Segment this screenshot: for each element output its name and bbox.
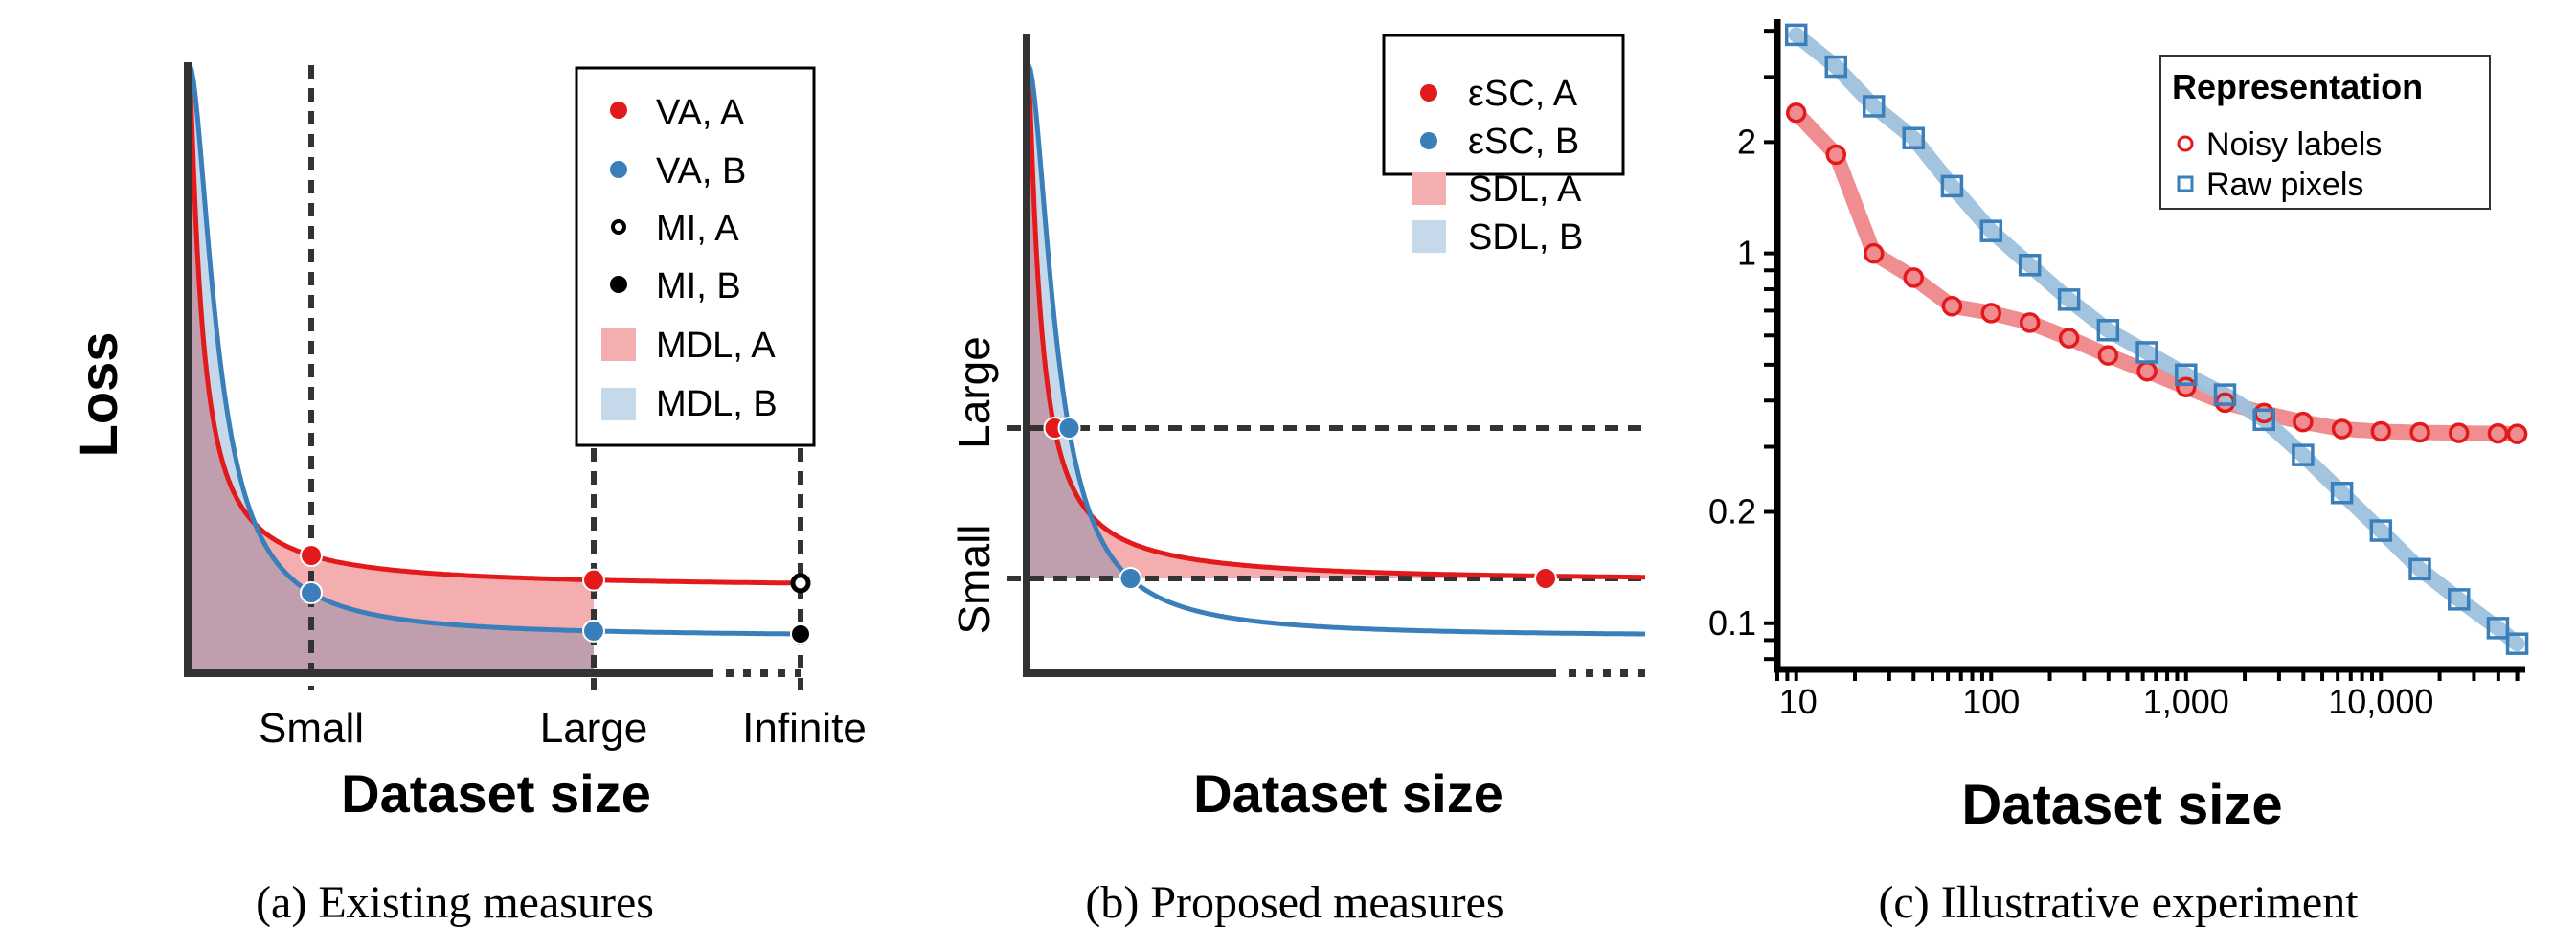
legend-noisy-labels-label: Noisy labels <box>2206 126 2382 163</box>
va-a-large-marker <box>582 568 605 592</box>
legend-raw-pixels-label: Raw pixels <box>2206 167 2363 203</box>
legend-entry-label: εSC, A <box>1468 74 1578 114</box>
legend-mdl-a-icon <box>601 328 636 361</box>
legend-sdlb-icon <box>1412 220 1446 253</box>
mi-a-marker <box>790 573 811 594</box>
legend-scb-icon <box>1420 132 1437 149</box>
esc-b-small-marker <box>1119 567 1142 590</box>
legend-mi-b-icon <box>610 276 627 293</box>
x-tick-label: 1,000 <box>2143 682 2229 721</box>
mi-b-marker <box>790 622 811 645</box>
figure: Small Large Infinite Dataset size Loss V… <box>68 19 2529 928</box>
y-tick-label: 0.1 <box>1708 603 1756 643</box>
y-axis-label: Loss <box>68 332 128 458</box>
panel-a: Small Large Infinite Dataset size Loss V… <box>68 62 867 928</box>
va-a-small-marker <box>300 544 323 568</box>
panel-c: 10 100 1,000 10,000 0.1 0.2 1 2 Representation … <box>1708 19 2529 928</box>
legend-entry-label: SDL, A <box>1468 170 1582 210</box>
legend-va-b-label: VA, B <box>656 151 746 192</box>
legend-va-a-label: VA, A <box>656 93 745 133</box>
legend-mdl-a-label: MDL, A <box>656 326 776 366</box>
panel-b: Small Large Dataset size εSC, A εSC, B SDL… <box>949 34 1645 928</box>
legend-va-a-icon <box>610 102 627 119</box>
y-tick-label: 2 <box>1737 122 1756 161</box>
x-axis-label: Dataset size <box>1193 763 1503 824</box>
y-tick-label: 0.2 <box>1708 492 1756 532</box>
legend-va-b-icon <box>610 161 627 178</box>
va-b-large-marker <box>582 619 605 643</box>
esc-a-small-marker <box>1534 567 1557 590</box>
y-tick-large: Large <box>949 336 999 449</box>
legend-entry-label: SDL, B <box>1468 217 1583 258</box>
x-tick-large: Large <box>540 705 648 752</box>
legend-title: Representation <box>2172 67 2423 106</box>
y-tick-small: Small <box>949 524 999 634</box>
x-tick-label: 10 <box>1779 682 1818 721</box>
legend-sdla-icon <box>1412 172 1446 205</box>
x-tick-small: Small <box>259 705 364 752</box>
legend-sca-icon <box>1420 84 1437 102</box>
legend-mi-a-label: MI, A <box>656 209 739 249</box>
caption-c: (c) Illustrative experiment <box>1878 877 2359 928</box>
caption-b: (b) Proposed measures <box>1085 877 1503 928</box>
legend-mdl-b-icon <box>601 388 636 420</box>
x-tick-infinite: Infinite <box>742 705 867 752</box>
legend-mdl-b-label: MDL, B <box>656 384 778 424</box>
x-tick-label: 100 <box>1962 682 2020 721</box>
legend-entry-label: εSC, B <box>1468 122 1579 162</box>
legend-b: εSC, A εSC, B SDL, A SDL, B <box>1382 34 1625 258</box>
y-tick-label: 1 <box>1737 234 1756 273</box>
legend-a: VA, A VA, B MI, A MI, B MDL, A MDL, B <box>575 66 816 447</box>
legend-mi-b-label: MI, B <box>656 266 741 306</box>
esc-b-large-marker <box>1057 417 1081 440</box>
x-axis-label: Dataset size <box>341 763 651 824</box>
x-axis-label: Dataset size <box>1961 774 2282 836</box>
va-b-small-marker <box>300 581 323 605</box>
legend-c: Representation Noisy labels Raw pixels <box>2159 55 2491 210</box>
caption-a: (a) Existing measures <box>256 877 654 928</box>
legend-mi-a-icon <box>611 219 626 235</box>
x-tick-label: 10,000 <box>2328 682 2433 721</box>
